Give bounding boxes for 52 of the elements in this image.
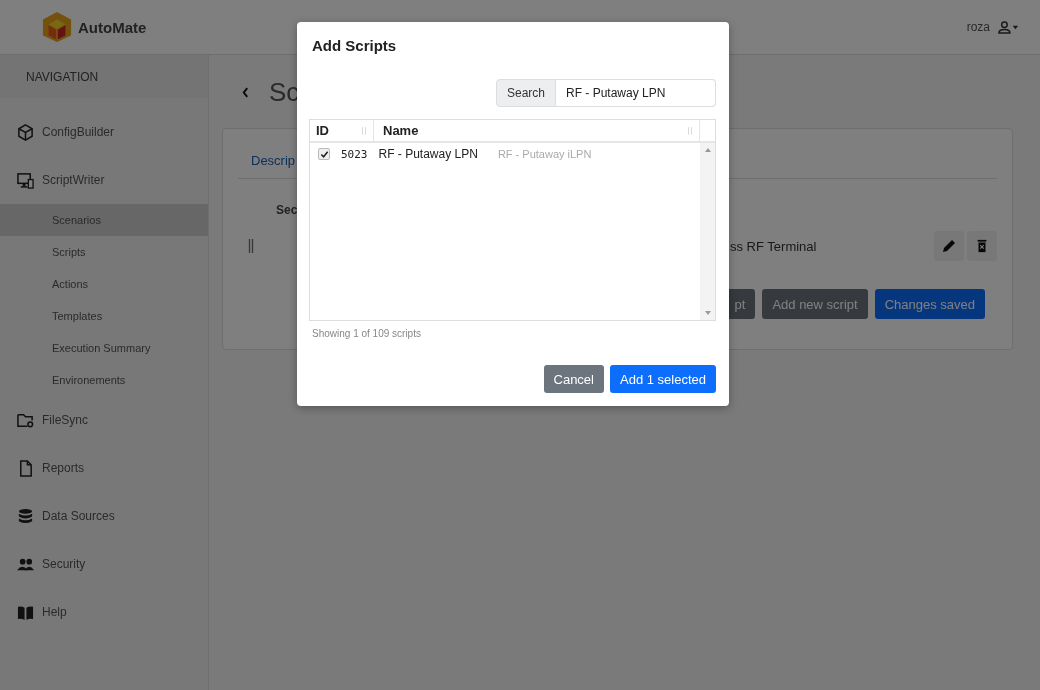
row-text: ss RF Terminal [730,238,818,254]
user-menu-icon[interactable] [998,20,1020,34]
nav-item[interactable]: Data Sources [0,492,208,540]
script-name: RF - Putaway LPN [378,147,478,161]
column-header[interactable]: Name [374,120,700,141]
nav-subitem[interactable]: Templates [0,300,208,332]
action-button[interactable]: Add new script [762,289,868,319]
drag-handle-icon[interactable] [248,239,254,253]
delete-button[interactable] [967,231,997,261]
sort-icon[interactable] [361,125,367,136]
pencil-icon [941,238,957,254]
row-checkbox[interactable] [318,148,330,160]
edit-button[interactable] [934,231,964,261]
results-count: Showing 1 of 109 scripts [312,328,421,339]
nav-subitem[interactable]: Environements [0,364,208,396]
user-name[interactable]: roza [966,20,990,34]
sort-icon[interactable] [687,125,693,136]
document-icon [17,459,34,477]
nav-subitem[interactable]: Actions [0,268,208,300]
nav-heading: NAVIGATION [26,69,99,84]
cancel-button[interactable]: Cancel [543,365,604,393]
scroll-down-icon[interactable] [704,311,711,315]
cube-icon [17,123,34,141]
nav-item[interactable]: FileSync [0,396,208,444]
folder-icon [17,411,34,429]
script-description: RF - Putaway iLPN [497,148,592,160]
nav-item[interactable]: Help [0,588,208,636]
column-header[interactable]: ID [310,120,374,141]
nav-subitem[interactable]: Scenarios [0,204,208,236]
modal-title: Add Scripts [312,37,397,54]
tab[interactable]: Descrip [251,153,296,168]
nav-subitem[interactable]: Scripts [0,236,208,268]
search-field[interactable]: RF - Putaway LPN [556,79,716,107]
search-label: Search [495,79,556,107]
script-id: 5023 [341,147,368,161]
section-label: Sec [276,203,298,217]
monitor-icon [17,171,34,189]
nav-item[interactable]: Security [0,540,208,588]
logo-text: AutoMate [78,18,147,36]
save-button[interactable]: Changes saved [874,289,985,319]
trash-icon [975,239,989,253]
nav-item[interactable]: Reports [0,444,208,492]
page-title: Sc [269,76,300,108]
back-icon[interactable] [242,86,249,98]
add-button[interactable]: Add 1 selected [610,365,716,393]
nav-item[interactable]: ConfigBuilder [0,108,208,156]
database-icon [17,507,34,525]
logo-icon [42,11,72,43]
scrollbar[interactable] [700,143,715,320]
scroll-up-icon[interactable] [704,148,711,152]
nav-item[interactable]: ScriptWriter [0,156,208,204]
nav-subitem[interactable]: Execution Summary [0,332,208,364]
